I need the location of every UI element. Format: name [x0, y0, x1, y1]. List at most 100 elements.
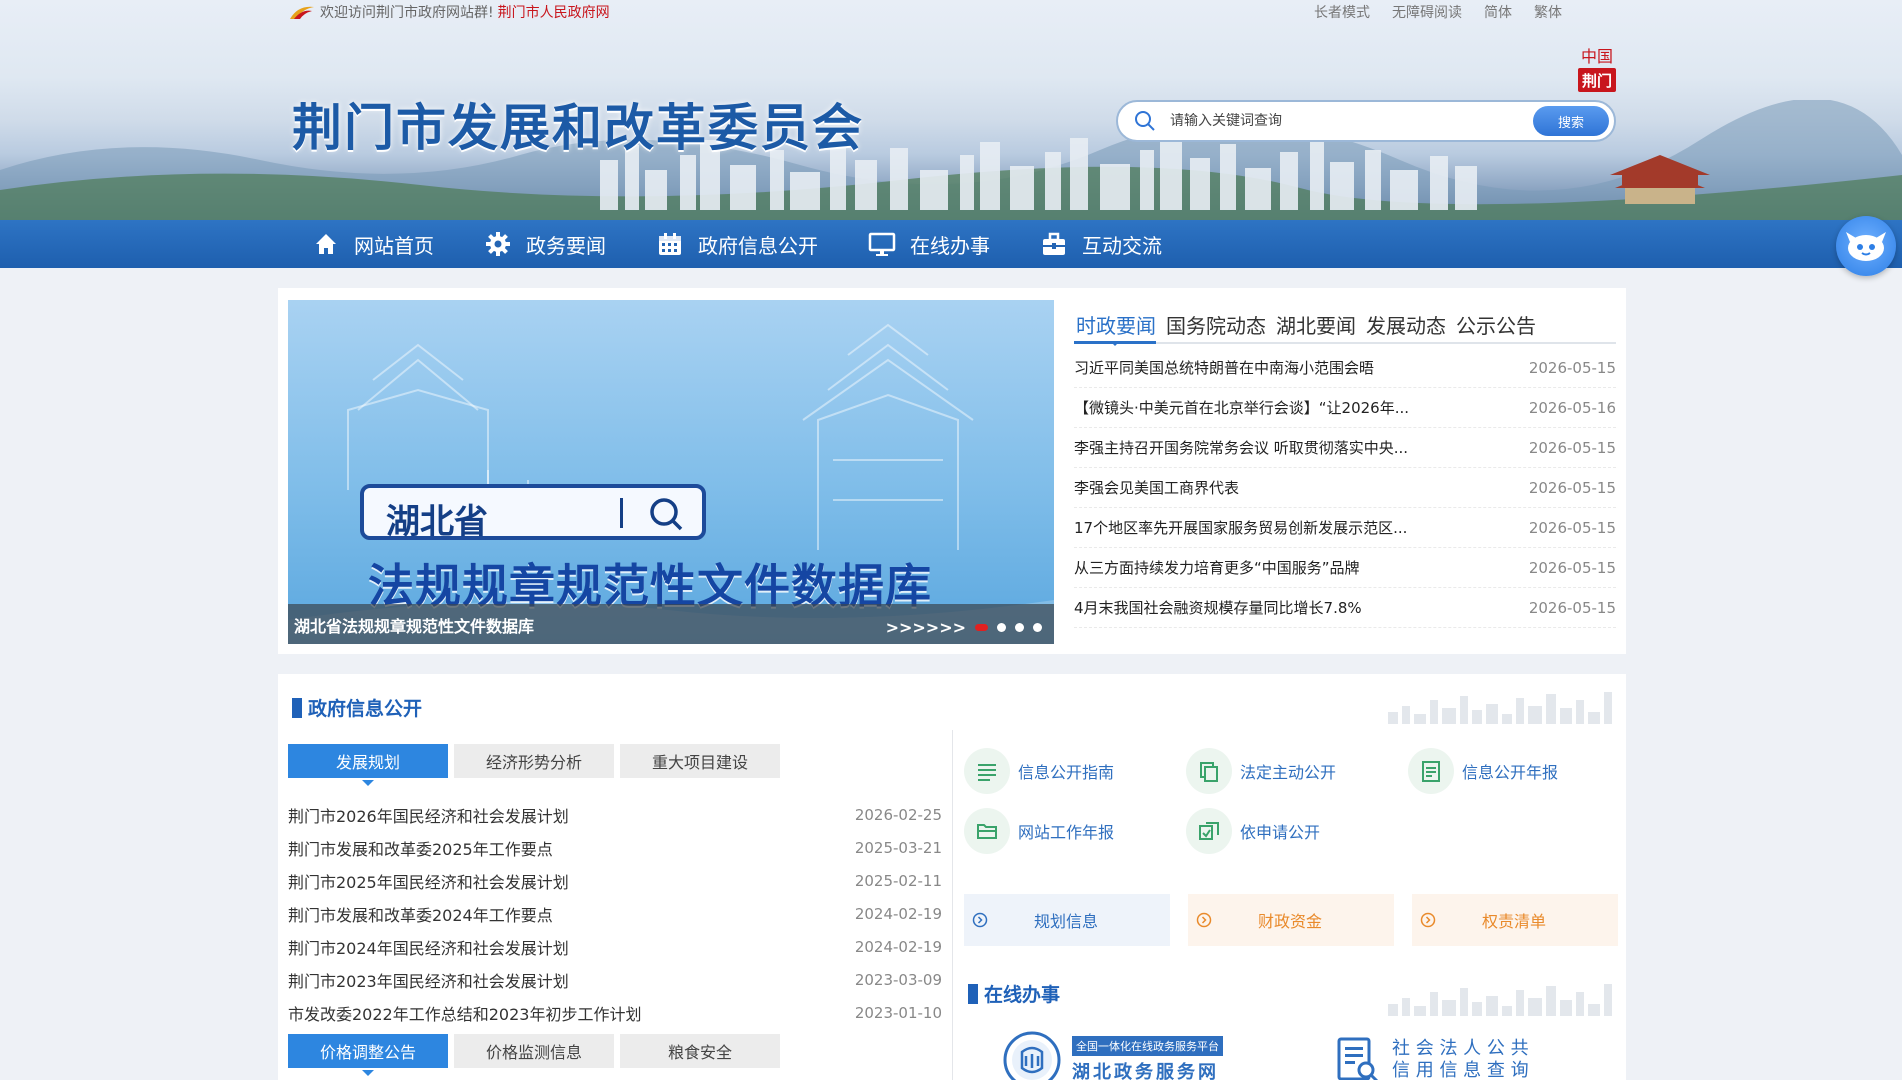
top-bar: 欢迎访问荆门市政府网站群! 荆门市人民政府网 长者模式 无障碍阅读 简体 繁体 [0, 0, 1902, 22]
search-icon [1135, 111, 1155, 131]
welcome-text: 欢迎访问荆门市政府网站群! [320, 5, 494, 21]
plan-title[interactable]: 荆门市2026年国民经济和社会发展计划 [288, 803, 569, 827]
service-platform-name: 湖北政务服务网 [1072, 1062, 1219, 1080]
plan-title[interactable]: 荆门市2023年国民经济和社会发展计划 [288, 968, 569, 992]
gov-portal-link[interactable]: 荆门市人民政府网 [498, 2, 610, 22]
quick-annual-report[interactable]: 信息公开年报 [1408, 748, 1558, 794]
nav-online-services-label: 在线办事 [910, 233, 990, 258]
news-item: 从三方面持续发力培育更多“中国服务”品牌 2026-05-15 [1074, 548, 1616, 588]
tab-hubei-news[interactable]: 湖北要闻 [1274, 300, 1356, 342]
news-title[interactable]: 4月末我国社会融资规模存量同比增长7.8% [1074, 597, 1484, 618]
slide-province-text: 湖北省 [386, 502, 488, 542]
category-planning-info[interactable]: 规划信息 [964, 894, 1170, 946]
hubei-service-emblem-icon [1003, 1031, 1061, 1080]
carousel-dot-3[interactable] [1015, 623, 1024, 632]
featured-panel: 湖北省 法规规章规范性文件数据库 湖北省法规规章规范性文件数据库 >>>>>> … [278, 288, 1626, 654]
slide-caption-text[interactable]: 湖北省法规规章规范性文件数据库 [294, 613, 534, 637]
accessible-reading-link[interactable]: 无障碍阅读 [1392, 2, 1462, 22]
search-input[interactable] [1170, 113, 1533, 129]
nav-info-disclosure[interactable]: 政府信息公开 [656, 220, 818, 268]
elder-mode-link[interactable]: 长者模式 [1314, 2, 1370, 22]
news-date: 2026-05-15 [1528, 518, 1616, 537]
subtab-development-plan[interactable]: 发展规划 [288, 744, 448, 786]
plan-date: 2023-01-10 [854, 1003, 942, 1022]
news-title[interactable]: 李强会见美国工商界代表 [1074, 477, 1484, 498]
plan-title[interactable]: 市发改委2022年工作总结和2023年初步工作计划 [288, 1001, 641, 1025]
nav-home[interactable]: 网站首页 [312, 220, 434, 268]
plan-title[interactable]: 荆门市发展和改革委2024年工作要点 [288, 902, 553, 926]
chevron-right-circle-icon [1420, 912, 1436, 928]
news-title[interactable]: 习近平同美国总统特朗普在中南海小范围会晤 [1074, 357, 1484, 378]
nav-online-services[interactable]: 在线办事 [868, 220, 990, 268]
subtab-price-adjustment[interactable]: 价格调整公告 [288, 1034, 448, 1076]
plan-date: 2024-02-19 [854, 937, 942, 956]
tab-current-affairs[interactable]: 时政要闻 [1074, 300, 1156, 346]
plan-title[interactable]: 荆门市发展和改革委2025年工作要点 [288, 836, 553, 860]
online-section-title[interactable]: 在线办事 [984, 980, 1060, 1007]
nav-interaction[interactable]: 互动交流 [1040, 220, 1162, 268]
image-carousel[interactable]: 湖北省 法规规章规范性文件数据库 湖北省法规规章规范性文件数据库 >>>>>> [288, 300, 1054, 644]
credit-info-query-link[interactable]: 社 会 法 人 公 共 信 用 信 息 查 询 [1336, 1036, 1529, 1080]
simplified-chinese-link[interactable]: 简体 [1484, 2, 1512, 22]
welcome-bar: 欢迎访问荆门市政府网站群! 荆门市人民政府网 [288, 2, 610, 22]
home-icon [316, 234, 336, 254]
subtab-major-projects[interactable]: 重大项目建设 [620, 744, 780, 778]
chevron-right-circle-icon [1196, 912, 1212, 928]
tab-announcements[interactable]: 公示公告 [1454, 300, 1536, 342]
category-power-list-label: 权责清单 [1482, 912, 1547, 931]
list-icon [978, 764, 996, 781]
news-title[interactable]: 李强主持召开国务院常务会议 听取贯彻落实中央... [1074, 437, 1484, 458]
carousel-dot-4[interactable] [1033, 623, 1042, 632]
hubei-gov-service-link[interactable]: 全国一体化在线政务服务平台 湖北政务服务网 [1002, 1030, 1223, 1080]
tab-state-council[interactable]: 国务院动态 [1164, 300, 1266, 342]
plan-date: 2025-02-11 [854, 871, 942, 890]
carousel-dot-1[interactable] [975, 624, 988, 631]
magnifier-icon [650, 498, 683, 531]
site-title: 荆门市发展和改革委员会 [292, 98, 864, 157]
robot-assistant-button[interactable] [1836, 216, 1896, 276]
list-item: 荆门市2026年国民经济和社会发展计划 2026-02-25 [288, 798, 942, 831]
apply-icon [1199, 822, 1219, 840]
subtab-economic-analysis[interactable]: 经济形势分析 [454, 744, 614, 778]
quick-apply-disclosure[interactable]: 依申请公开 [1186, 808, 1320, 854]
credit-query-line1: 社 会 法 人 公 共 [1392, 1038, 1529, 1059]
chevron-right-circle-icon [972, 912, 988, 928]
main-nav: 网站首页 政务要闻 政府信息公开 在线办事 互动交流 [0, 220, 1902, 268]
traditional-chinese-link[interactable]: 繁体 [1534, 2, 1562, 22]
search-bar: 搜索 [1116, 100, 1616, 142]
subtab-food-security[interactable]: 粮食安全 [620, 1034, 780, 1068]
plan-list: 荆门市2026年国民经济和社会发展计划 2026-02-25 荆门市发展和改革委2… [288, 798, 942, 1029]
news-title[interactable]: 17个地区率先开展国家服务贸易创新发展示范区... [1074, 517, 1484, 538]
quick-website-report[interactable]: 网站工作年报 [964, 808, 1114, 854]
site-header: 欢迎访问荆门市政府网站群! 荆门市人民政府网 长者模式 无障碍阅读 简体 繁体 … [0, 0, 1902, 220]
quick-info-guide[interactable]: 信息公开指南 [964, 748, 1114, 794]
tab-development-news[interactable]: 发展动态 [1364, 300, 1446, 342]
quick-proactive-disclosure[interactable]: 法定主动公开 [1186, 748, 1336, 794]
monitor-icon [868, 232, 896, 256]
carousel-dot-2[interactable] [997, 623, 1006, 632]
nav-government-news[interactable]: 政务要闻 [484, 220, 606, 268]
nav-info-disclosure-label: 政府信息公开 [698, 233, 818, 258]
category-power-list[interactable]: 权责清单 [1412, 894, 1618, 946]
city-skyline-banner [0, 100, 1902, 220]
category-fiscal-funds-label: 财政资金 [1258, 912, 1323, 931]
price-subtabs: 价格调整公告 价格监测信息 粮食安全 [288, 1034, 780, 1076]
china-jingmen-seal-icon: 中国 荆门 [1578, 47, 1616, 92]
news-item: 习近平同美国总统特朗普在中南海小范围会晤 2026-05-15 [1074, 348, 1616, 388]
news-title[interactable]: 【微镜头·中美元首在北京举行会谈】“让2026年... [1074, 397, 1484, 418]
copy-icon [1200, 762, 1218, 782]
info-section-header: 政府信息公开 [292, 694, 422, 721]
news-title[interactable]: 从三方面持续发力培育更多“中国服务”品牌 [1074, 557, 1484, 578]
nav-government-news-label: 政务要闻 [526, 233, 606, 258]
credit-document-icon [1337, 1037, 1379, 1080]
plan-title[interactable]: 荆门市2024年国民经济和社会发展计划 [288, 935, 569, 959]
subtab-price-monitoring[interactable]: 价格监测信息 [454, 1034, 614, 1068]
news-panel: 时政要闻 国务院动态 湖北要闻 发展动态 公示公告 习近平同美国总统特朗普在中南… [1074, 300, 1616, 628]
section-marker [292, 697, 302, 718]
plan-title[interactable]: 荆门市2025年国民经济和社会发展计划 [288, 869, 569, 893]
info-section-title[interactable]: 政府信息公开 [308, 694, 422, 721]
search-button[interactable]: 搜索 [1533, 106, 1609, 136]
column-divider [952, 730, 953, 1080]
category-fiscal-funds[interactable]: 财政资金 [1188, 894, 1394, 946]
news-item: 17个地区率先开展国家服务贸易创新发展示范区... 2026-05-15 [1074, 508, 1616, 548]
